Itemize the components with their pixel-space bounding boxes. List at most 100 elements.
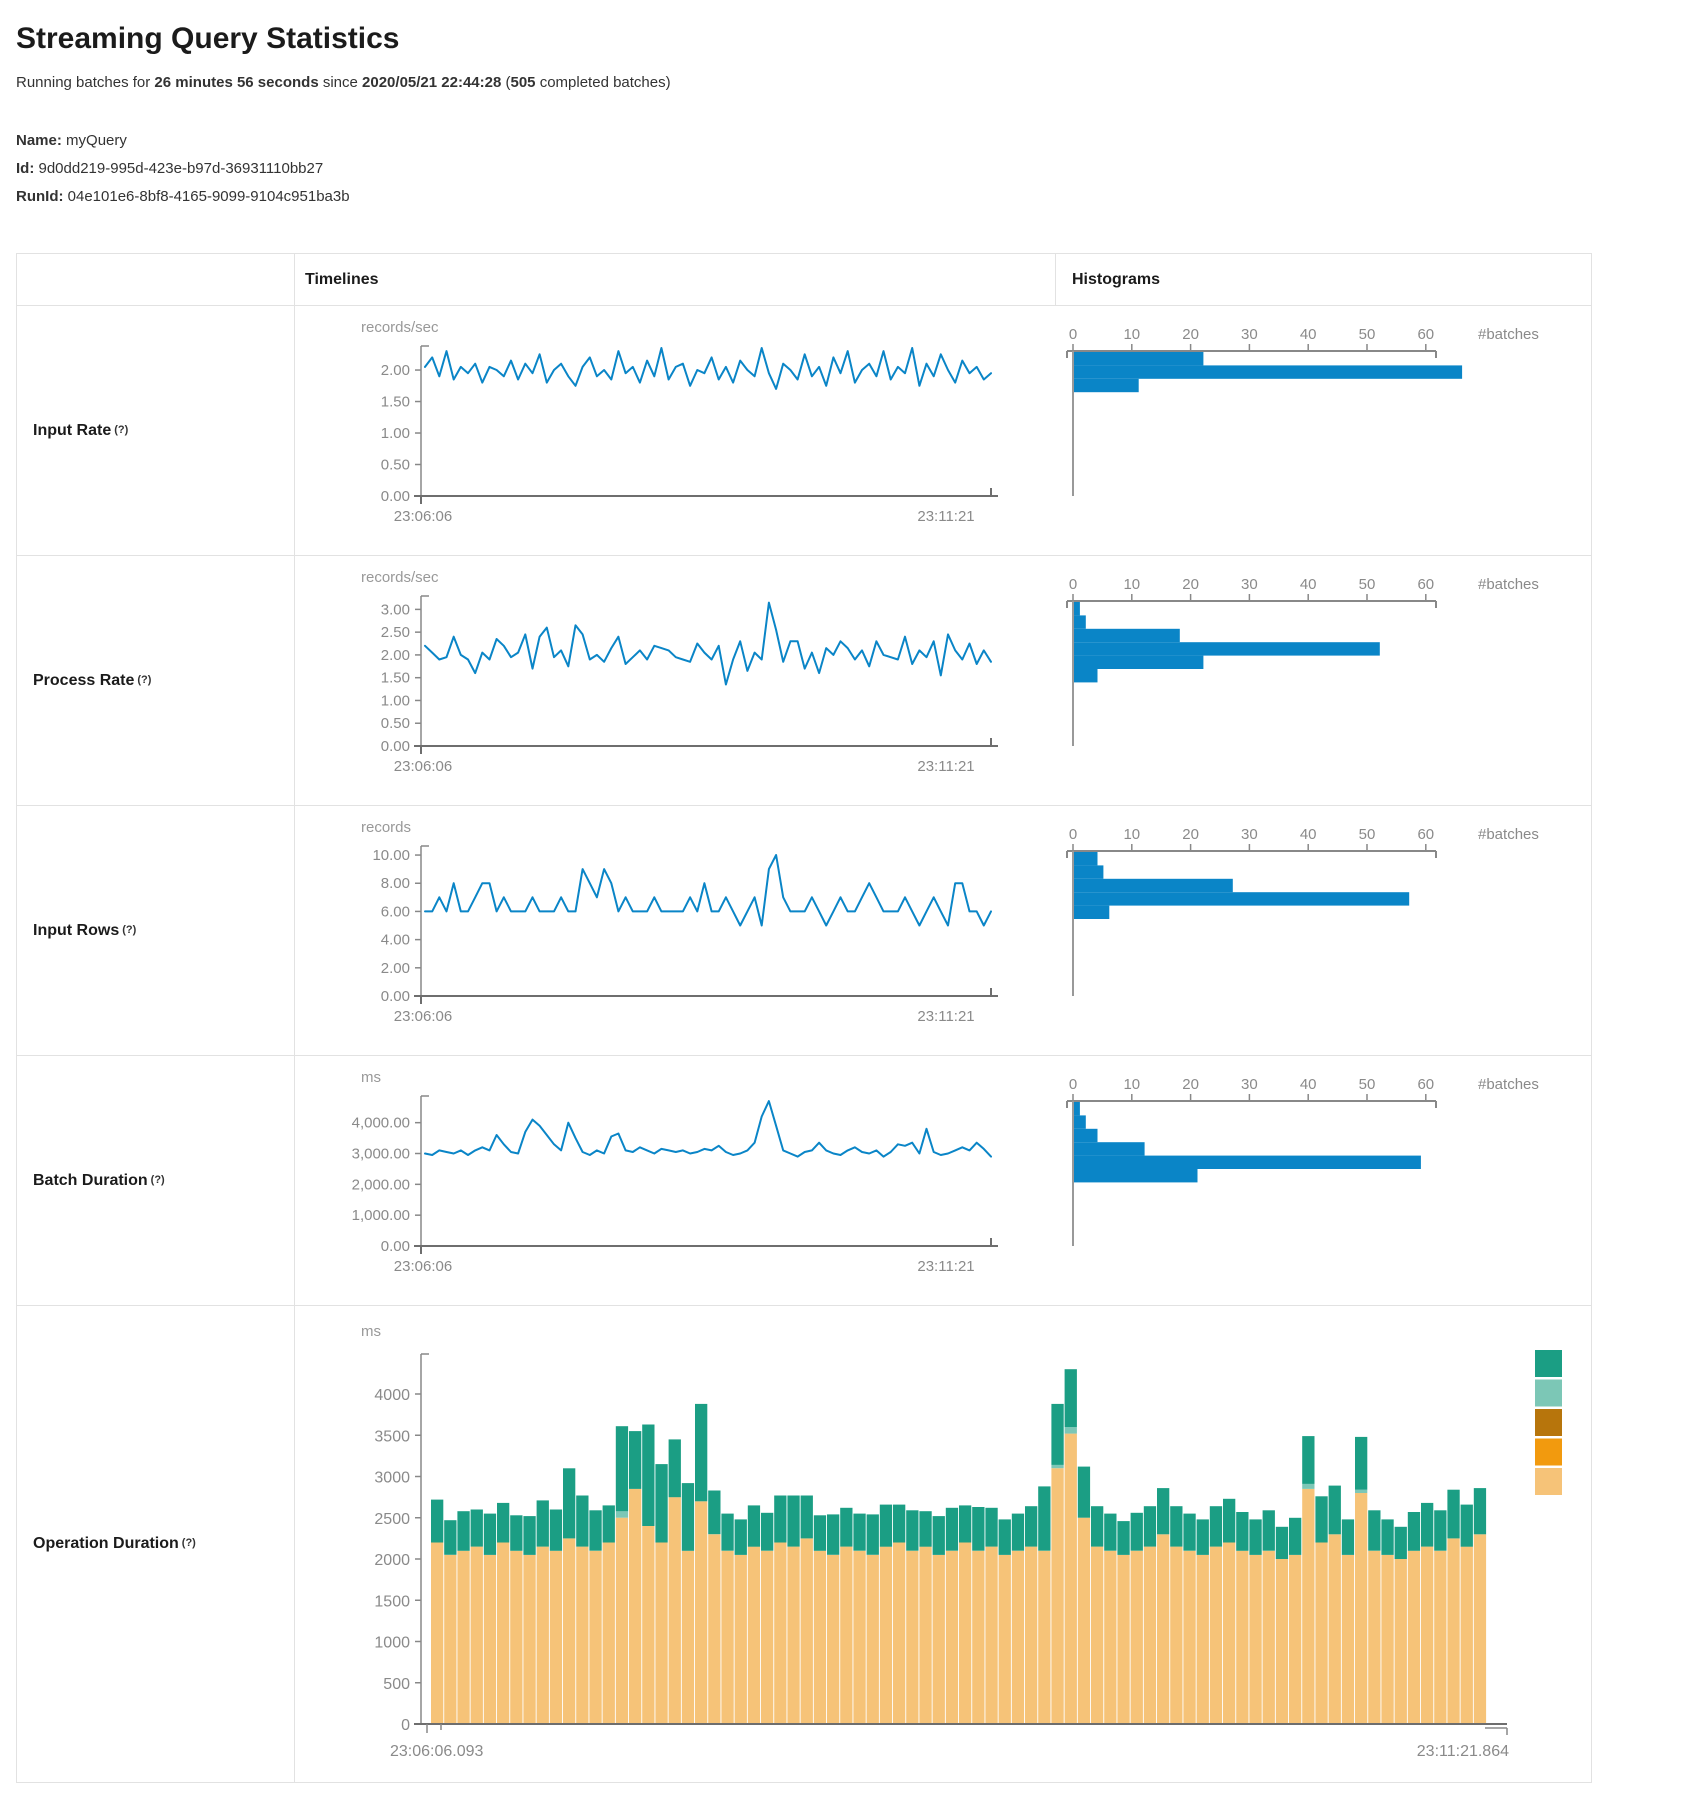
- operation-duration-bar-stack-top: [840, 1508, 852, 1547]
- row-label-text: Input Rate: [33, 422, 111, 440]
- operation-duration-bar-stack-top: [1461, 1505, 1473, 1547]
- legend-swatch-1: [1535, 1350, 1562, 1377]
- operation-duration-bar-stack-top: [471, 1510, 483, 1547]
- operation-duration-bar-stack-top: [616, 1426, 628, 1511]
- operation-duration-bar-stack-bottom: [1408, 1551, 1420, 1724]
- row-label-text: Input Rows: [33, 922, 119, 940]
- operation-duration-bar-stack-bottom: [972, 1551, 984, 1724]
- operation-duration-stacked-chart: ms0500100015002000250030003500400023:06:…: [295, 1306, 1593, 1782]
- operation-duration-bar-stack-bottom: [748, 1547, 760, 1724]
- operation-duration-bar-stack-bottom: [537, 1547, 549, 1724]
- help-icon[interactable]: (?): [182, 1537, 196, 1549]
- query-id-label: Id:: [16, 160, 34, 177]
- query-id-line: Id: 9d0dd219-995d-423e-b97d-36931110bb27: [16, 155, 1677, 183]
- svg-text:2.50: 2.50: [381, 624, 410, 641]
- row-label-text: Operation Duration: [33, 1535, 179, 1553]
- operation-duration-bar-stack-bottom: [682, 1551, 694, 1724]
- operation-duration-bar-stack-bottom: [1434, 1551, 1446, 1724]
- process-rate-charts: records/sec0.000.501.001.502.002.503.002…: [295, 556, 1593, 806]
- process-rate-hist-bar: [1074, 656, 1203, 669]
- operation-duration-bar-stack-top: [1223, 1499, 1235, 1543]
- svg-text:records/sec: records/sec: [361, 569, 439, 586]
- svg-text:50: 50: [1359, 826, 1376, 843]
- subtitle-prefix: Running batches for: [16, 74, 154, 91]
- svg-text:0: 0: [1069, 1076, 1077, 1093]
- process-rate-line: [425, 603, 991, 685]
- help-icon[interactable]: (?): [114, 424, 128, 436]
- svg-text:50: 50: [1359, 326, 1376, 343]
- operation-duration-bar-stack-top: [1144, 1506, 1156, 1546]
- row-label-operation-duration: Operation Duration (?): [17, 1306, 295, 1782]
- row-label-input-rows: Input Rows (?): [17, 806, 295, 1056]
- input-rate-line: [425, 348, 991, 389]
- operation-duration-bar-stack-top: [946, 1508, 958, 1551]
- batch-duration-hist-bar: [1074, 1102, 1080, 1115]
- completed-batch-count: 505: [511, 74, 536, 91]
- row-input-rate: Input Rate (?) records/sec0.000.501.001.…: [17, 306, 1591, 556]
- input-rate-timeline-and-histogram: records/sec0.000.501.001.502.0023:06:062…: [295, 306, 1593, 556]
- input-rows-timeline: records0.002.004.006.008.0010.0023:06:06…: [361, 819, 998, 1025]
- svg-text:40: 40: [1300, 826, 1317, 843]
- svg-text:1.00: 1.00: [381, 425, 410, 442]
- header-blank-cell: [17, 254, 295, 305]
- batch-duration-hist-bar: [1074, 1115, 1086, 1128]
- operation-duration-bar-stack-bottom: [1355, 1493, 1367, 1724]
- operation-duration-bar-stack-bottom: [708, 1534, 720, 1724]
- operation-duration-bar-stack-top: [457, 1511, 469, 1551]
- process-rate-hist-bar: [1074, 615, 1086, 628]
- row-label-input-rate: Input Rate (?): [17, 306, 295, 556]
- input-rate-hist-bar: [1074, 379, 1139, 392]
- operation-duration-bar-stack-top: [1302, 1436, 1314, 1484]
- operation-duration-bar-stack-bottom: [1302, 1489, 1314, 1724]
- operation-duration-bar-stack-bottom: [1223, 1543, 1235, 1725]
- table-header-row: Timelines Histograms: [17, 254, 1591, 306]
- operation-duration-bar-stack-top: [1236, 1512, 1248, 1551]
- operation-duration-bar-stack-bottom: [603, 1543, 615, 1725]
- batch-duration-timeline: ms0.001,000.002,000.003,000.004,000.0023…: [352, 1069, 998, 1275]
- streaming-query-statistics-page: Streaming Query Statistics Running batch…: [0, 0, 1693, 1783]
- svg-text:3000: 3000: [374, 1470, 410, 1487]
- process-rate-hist-bar: [1074, 669, 1098, 682]
- operation-duration-bar-stack-bottom: [1091, 1547, 1103, 1724]
- svg-text:30: 30: [1241, 1076, 1258, 1093]
- operation-duration-bar-stack-bottom: [827, 1555, 839, 1724]
- run-duration: 26 minutes 56 seconds: [154, 74, 318, 91]
- help-icon[interactable]: (?): [122, 924, 136, 936]
- operation-duration-bar-stack-top: [1183, 1514, 1195, 1551]
- operation-duration-bar-stack-top: [761, 1513, 773, 1551]
- operation-duration-bar-stack-top: [629, 1431, 641, 1489]
- operation-duration-bar-stack-top: [669, 1439, 681, 1497]
- operation-duration-bar-stack-top: [1104, 1514, 1116, 1551]
- operation-duration-bar-stack-top: [1170, 1506, 1182, 1546]
- help-icon[interactable]: (?): [137, 674, 151, 686]
- operation-duration-bar-stack-top: [1038, 1486, 1050, 1550]
- process-rate-timeline: records/sec0.000.501.001.502.002.503.002…: [361, 569, 998, 775]
- svg-text:#batches: #batches: [1478, 1076, 1539, 1093]
- operation-duration-bar-stack-bottom: [1395, 1559, 1407, 1724]
- query-runid-label: RunId:: [16, 188, 63, 205]
- operation-duration-bar-stack-bottom: [457, 1551, 469, 1724]
- operation-duration-bar-stack-bottom: [1474, 1534, 1486, 1724]
- operation-duration-bar-stack-bottom: [1025, 1547, 1037, 1724]
- row-label-batch-duration: Batch Duration (?): [17, 1056, 295, 1306]
- operation-duration-bar-stack-bottom: [1461, 1547, 1473, 1724]
- operation-duration-bar-stack-bottom: [669, 1497, 681, 1724]
- operation-duration-bar-stack-bottom: [985, 1547, 997, 1724]
- svg-text:10: 10: [1123, 826, 1140, 843]
- batch-duration-hist-bar: [1074, 1169, 1198, 1182]
- help-icon[interactable]: (?): [151, 1174, 165, 1186]
- svg-text:23:06:06: 23:06:06: [394, 758, 452, 775]
- operation-duration-bar-stack-bottom: [576, 1547, 588, 1724]
- input-rate-timeline: records/sec0.000.501.001.502.0023:06:062…: [361, 319, 998, 525]
- row-batch-duration: Batch Duration (?) ms0.001,000.002,000.0…: [17, 1056, 1591, 1306]
- batch-duration-line: [425, 1101, 991, 1157]
- operation-duration-bar-stack-bottom: [933, 1555, 945, 1724]
- legend-swatch-4: [1535, 1439, 1562, 1466]
- operation-duration-bar-stack-top: [999, 1519, 1011, 1555]
- row-label-text: Batch Duration: [33, 1172, 148, 1190]
- svg-text:23:11:21: 23:11:21: [917, 1258, 974, 1275]
- process-rate-histogram: 0102030405060#batches: [1067, 576, 1539, 746]
- operation-duration-bar-stack-top: [735, 1519, 747, 1555]
- operation-duration-chart-cell: ms0500100015002000250030003500400023:06:…: [295, 1306, 1593, 1782]
- column-header-histograms: Histograms: [1055, 254, 1593, 305]
